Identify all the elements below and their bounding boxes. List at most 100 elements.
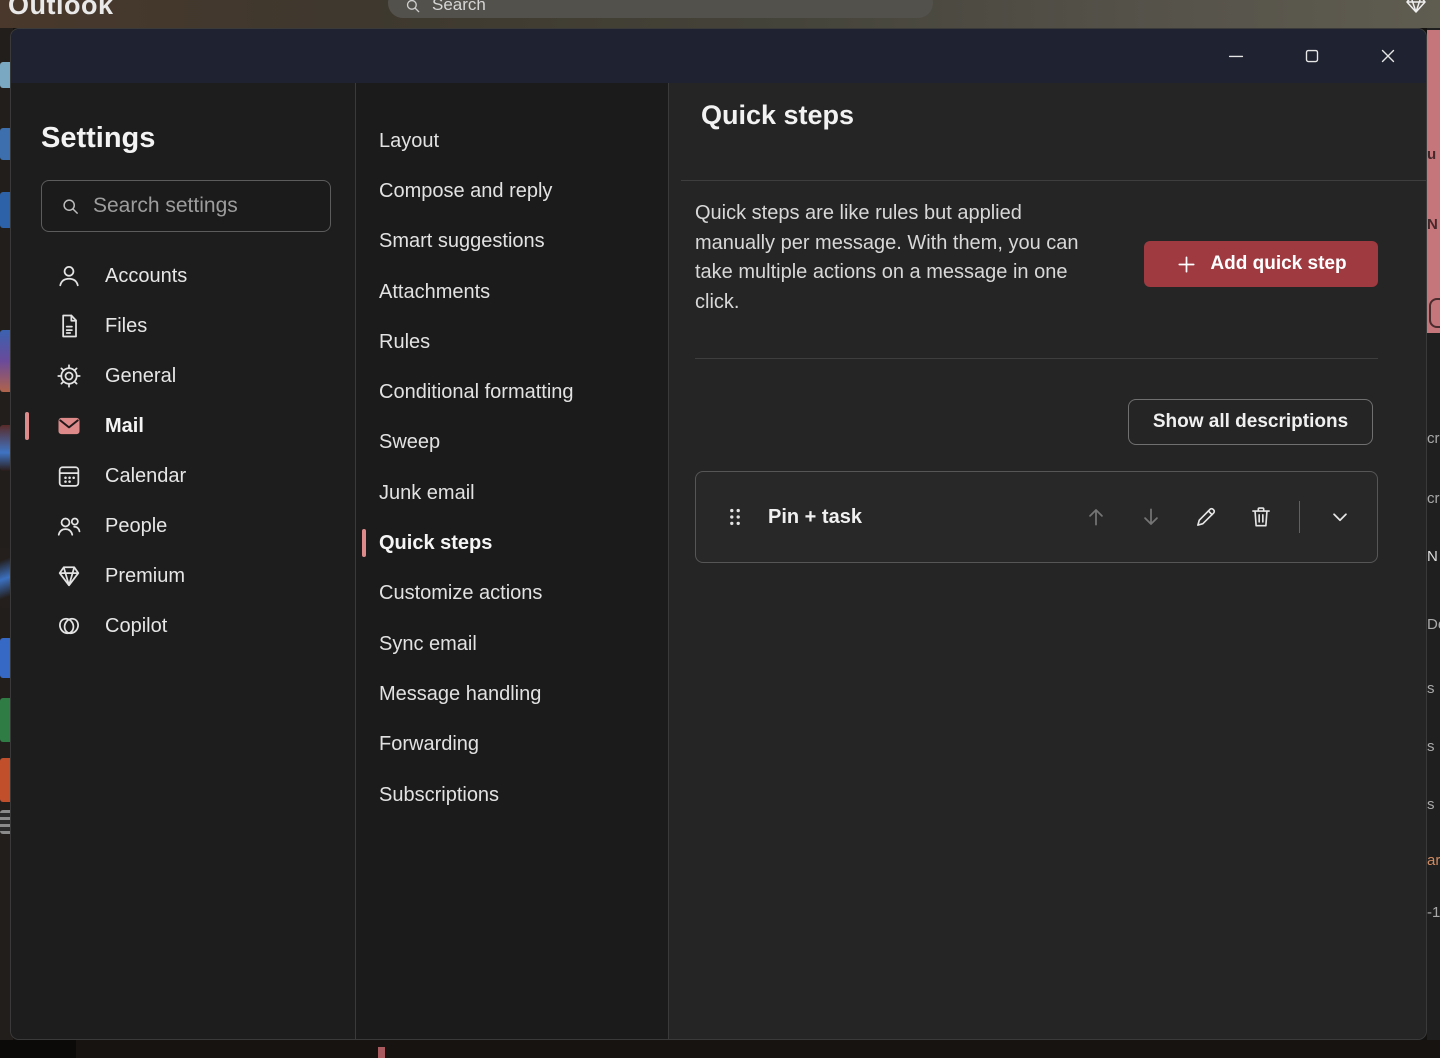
nav-item-attachments[interactable]: Attachments <box>356 267 668 317</box>
background-corner-block <box>0 1040 76 1058</box>
nav-item-layout[interactable]: Layout <box>356 116 668 166</box>
sidebar-item-accounts[interactable]: Accounts <box>11 251 355 301</box>
background-bottom-strip <box>0 1040 1440 1058</box>
sidebar-item-general[interactable]: General <box>11 351 355 401</box>
close-button[interactable] <box>1364 36 1412 76</box>
sidebar-item-label: General <box>105 365 176 388</box>
nav-item-label: Sweep <box>379 431 440 454</box>
clipped-text-fragment: De <box>1427 616 1440 633</box>
settings-title: Settings <box>11 83 355 159</box>
sidebar-item-premium[interactable]: Premium <box>11 551 355 601</box>
settings-search-box[interactable] <box>41 180 331 232</box>
premium-diamond-icon[interactable] <box>1404 0 1428 16</box>
edit-button[interactable] <box>1191 502 1221 532</box>
screen: Outlook Search u N cr cr N De <box>0 0 1440 1058</box>
sidebar-item-files[interactable]: Files <box>11 301 355 351</box>
nav-item-sync-email[interactable]: Sync email <box>356 619 668 669</box>
nav-item-label: Subscriptions <box>379 784 499 807</box>
message-list-background: u N cr cr N De s s s ar -1 <box>1427 28 1440 1040</box>
minimize-button[interactable] <box>1212 36 1260 76</box>
nav-item-smart-suggestions[interactable]: Smart suggestions <box>356 217 668 267</box>
plus-icon <box>1175 253 1198 276</box>
copilot-icon <box>55 612 83 640</box>
nav-item-label: Message handling <box>379 683 541 706</box>
nav-item-label: Customize actions <box>379 582 542 605</box>
diamond-icon <box>55 562 83 590</box>
settings-sidebar: Settings Accounts <box>11 83 356 1039</box>
clipped-button-fragment <box>1429 298 1440 328</box>
clipped-text-fragment: s <box>1427 680 1435 697</box>
move-up-button[interactable] <box>1081 502 1111 532</box>
close-icon <box>1377 45 1399 67</box>
outlook-title-bar: Outlook Search <box>0 0 1440 28</box>
chevron-down-icon <box>1327 504 1353 530</box>
nav-item-sweep[interactable]: Sweep <box>356 418 668 468</box>
nav-item-compose-and-reply[interactable]: Compose and reply <box>356 166 668 216</box>
quick-step-row: Pin + task <box>695 471 1378 563</box>
minimize-icon <box>1225 45 1247 67</box>
sidebar-item-calendar[interactable]: Calendar <box>11 451 355 501</box>
nav-item-customize-actions[interactable]: Customize actions <box>356 569 668 619</box>
clipped-text-fragment: N <box>1427 548 1438 565</box>
window-controls <box>1184 29 1412 83</box>
nav-item-label: Attachments <box>379 281 490 304</box>
file-icon <box>55 312 83 340</box>
settings-categories: Accounts Files General <box>11 251 355 651</box>
nav-item-junk-email[interactable]: Junk email <box>356 468 668 518</box>
sidebar-item-copilot[interactable]: Copilot <box>11 601 355 651</box>
gear-icon <box>55 362 83 390</box>
sidebar-item-label: Calendar <box>105 465 186 488</box>
nav-item-message-handling[interactable]: Message handling <box>356 669 668 719</box>
show-all-descriptions-button[interactable]: Show all descriptions <box>1128 399 1373 445</box>
settings-search-input[interactable] <box>93 194 318 218</box>
quick-step-name: Pin + task <box>768 506 862 529</box>
nav-item-label: Compose and reply <box>379 180 552 203</box>
sidebar-item-label: Files <box>105 315 147 338</box>
clipped-text-fragment: cr <box>1427 490 1440 507</box>
clipped-text-fragment: -1 <box>1427 904 1440 921</box>
add-quick-step-label: Add quick step <box>1210 253 1346 275</box>
search-icon <box>404 0 422 15</box>
mail-settings-nav: Layout Compose and reply Smart suggestio… <box>356 83 669 1039</box>
settings-dialog: Settings Accounts <box>10 28 1427 1040</box>
nav-item-label: Forwarding <box>379 733 479 756</box>
nav-item-label: Junk email <box>379 482 475 505</box>
nav-item-label: Layout <box>379 130 439 153</box>
delete-button[interactable] <box>1246 502 1276 532</box>
sidebar-item-people[interactable]: People <box>11 501 355 551</box>
clipped-text-fragment: cr <box>1427 430 1440 447</box>
clipped-text-fragment: u <box>1427 146 1436 163</box>
highlighted-message-fragment: u N <box>1427 30 1440 333</box>
nav-item-label: Quick steps <box>379 532 492 555</box>
person-icon <box>55 262 83 290</box>
nav-item-rules[interactable]: Rules <box>356 317 668 367</box>
nav-item-quick-steps[interactable]: Quick steps <box>356 518 668 568</box>
search-icon <box>60 196 81 217</box>
outlook-logo: Outlook <box>8 0 114 21</box>
maximize-icon <box>1301 45 1323 67</box>
dialog-title-bar <box>11 29 1426 83</box>
nav-item-label: Sync email <box>379 633 477 656</box>
divider <box>681 180 1426 181</box>
drag-handle-icon[interactable] <box>724 504 746 530</box>
selection-indicator <box>25 412 29 440</box>
arrow-up-icon <box>1083 504 1109 530</box>
unread-indicator-fragment <box>378 1047 385 1058</box>
nav-item-conditional-formatting[interactable]: Conditional formatting <box>356 367 668 417</box>
global-search-bar[interactable]: Search <box>388 0 933 18</box>
people-icon <box>55 512 83 540</box>
maximize-button[interactable] <box>1288 36 1336 76</box>
nav-item-subscriptions[interactable]: Subscriptions <box>356 770 668 820</box>
quick-steps-description: Quick steps are like rules but applied m… <box>695 199 1097 317</box>
divider <box>1299 501 1300 533</box>
sidebar-item-mail[interactable]: Mail <box>11 401 355 451</box>
nav-item-forwarding[interactable]: Forwarding <box>356 720 668 770</box>
clipped-text-fragment: ar <box>1427 852 1440 869</box>
move-down-button[interactable] <box>1136 502 1166 532</box>
expand-button[interactable] <box>1325 502 1355 532</box>
add-quick-step-button[interactable]: Add quick step <box>1144 241 1378 287</box>
sidebar-item-label: Mail <box>105 415 144 438</box>
selection-indicator <box>362 529 366 557</box>
clipped-text-fragment: N <box>1427 216 1438 233</box>
nav-item-label: Conditional formatting <box>379 381 574 404</box>
